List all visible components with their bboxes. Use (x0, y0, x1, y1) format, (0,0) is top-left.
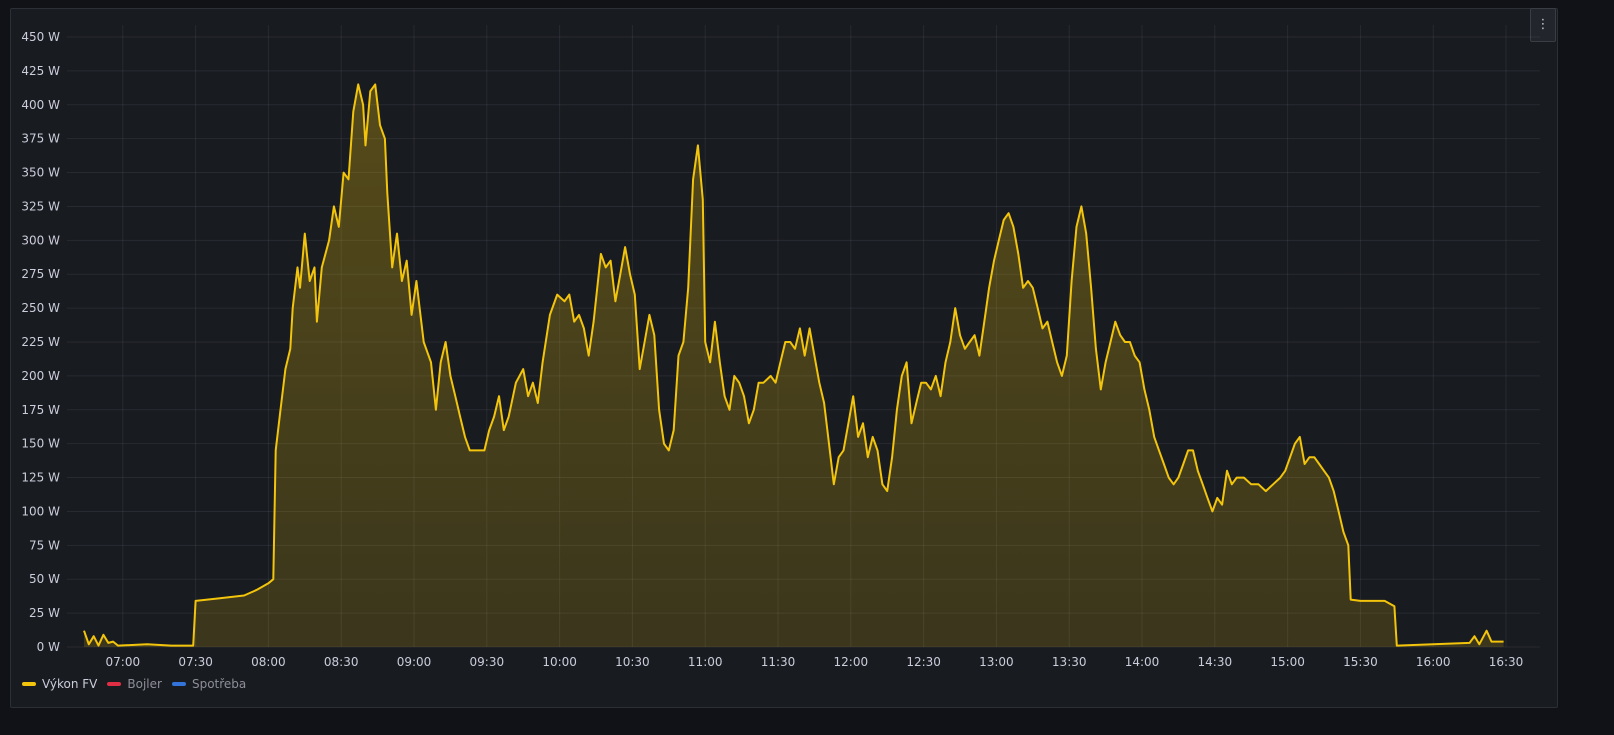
series-color-swatch (171, 682, 186, 686)
series-color-swatch (22, 682, 36, 686)
y-tick-label: 375 W (21, 132, 60, 146)
x-tick-label: 11:30 (761, 655, 796, 669)
y-tick-label: 50 W (29, 572, 60, 586)
legend: Výkon FV Bojler Spotřeba (22, 677, 246, 691)
x-tick-label: 07:30 (178, 655, 213, 669)
legend-label: Výkon FV (42, 677, 98, 691)
legend-item-vykon-fv[interactable]: Výkon FV (22, 677, 97, 691)
x-tick-label: 08:30 (324, 655, 359, 669)
y-tick-label: 300 W (21, 233, 60, 247)
legend-label: Bojler (127, 677, 162, 691)
legend-item-spotreba[interactable]: Spotřeba (171, 677, 247, 691)
legend-item-bojler[interactable]: Bojler (107, 677, 162, 691)
x-tick-label: 11:00 (688, 655, 723, 669)
y-tick-label: 25 W (29, 606, 60, 620)
y-tick-label: 400 W (21, 98, 60, 112)
x-tick-label: 15:00 (1270, 655, 1305, 669)
x-tick-label: 10:30 (615, 655, 650, 669)
x-tick-label: 16:30 (1489, 655, 1524, 669)
x-tick-label: 13:00 (979, 655, 1014, 669)
y-tick-label: 325 W (21, 199, 60, 213)
x-tick-label: 09:30 (470, 655, 505, 669)
y-tick-label: 250 W (21, 301, 60, 315)
y-tick-label: 200 W (21, 369, 60, 383)
x-tick-label: 15:30 (1343, 655, 1378, 669)
y-tick-label: 0 W (37, 640, 60, 654)
x-tick-label: 13:30 (1052, 655, 1087, 669)
x-tick-label: 16:00 (1416, 655, 1451, 669)
y-tick-label: 225 W (21, 335, 60, 349)
y-tick-label: 125 W (21, 471, 60, 485)
y-tick-label: 425 W (21, 64, 60, 78)
x-tick-label: 08:00 (251, 655, 286, 669)
legend-label: Spotřeba (191, 677, 247, 691)
y-tick-label: 275 W (21, 267, 60, 281)
x-tick-label: 12:30 (906, 655, 941, 669)
x-tick-label: 14:30 (1198, 655, 1233, 669)
y-tick-label: 450 W (21, 30, 60, 44)
series-area-vykon-fv (84, 84, 1504, 647)
y-tick-label: 75 W (29, 538, 60, 552)
x-tick-label: 12:00 (834, 655, 869, 669)
y-tick-label: 350 W (21, 166, 60, 180)
x-tick-label: 07:00 (106, 655, 141, 669)
x-tick-label: 10:00 (542, 655, 577, 669)
y-tick-label: 100 W (21, 504, 60, 518)
y-tick-label: 175 W (21, 403, 60, 417)
time-series-chart: 0 W 25 W 50 W 75 W 100 W 125 W 150 W 175 W 200 W… (21, 25, 1540, 669)
x-tick-label: 09:00 (397, 655, 432, 669)
x-tick-label: 14:00 (1125, 655, 1160, 669)
series-color-swatch (107, 682, 122, 686)
y-tick-label: 150 W (21, 437, 60, 451)
